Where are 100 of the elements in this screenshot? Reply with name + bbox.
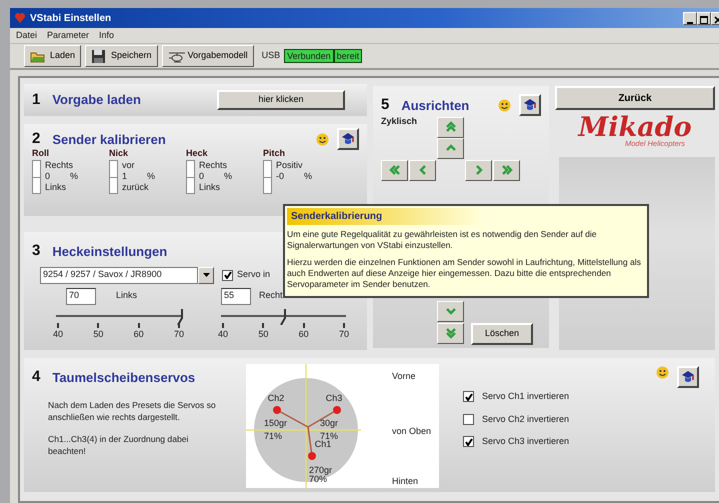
toolbar-button[interactable]: Vorgabemodell	[162, 45, 254, 67]
arrow-button[interactable]	[381, 160, 408, 180]
checkbox-label: Servo Ch2 invertieren	[482, 412, 570, 426]
direction-label: Hinten	[392, 476, 418, 486]
arrow-button[interactable]	[437, 322, 464, 344]
channel-value: 0	[199, 171, 204, 182]
channel-name: Pitch	[263, 146, 286, 160]
checkbox-label: Servo in	[237, 268, 270, 282]
checkbox[interactable]	[222, 270, 233, 280]
tooltip-text: Um eine gute Regelqualität zu gewährleisten ist es notwendig den Sender auf die Signalerwartungen von VStabi einzustellen.	[287, 229, 598, 251]
channel-bar	[186, 160, 195, 194]
tick-mark	[57, 322, 59, 328]
description-text: Nach dem Laden des Presets die Servos so anschließen wie rechts dargestellt.	[48, 398, 217, 422]
direction-label: Rechts	[199, 160, 228, 171]
status-indicator: Verbunden	[284, 49, 334, 63]
maximize-button[interactable]	[697, 12, 711, 24]
clear-button[interactable]: Löschen	[471, 322, 533, 344]
toolbar-button[interactable]: Laden	[24, 45, 82, 67]
servo-angle: 150gr	[264, 418, 288, 428]
graduation-cap-icon	[341, 132, 355, 146]
section-number: 3	[32, 241, 40, 261]
caret-icon	[202, 273, 210, 277]
help-button[interactable]	[677, 366, 699, 388]
arrow-button[interactable]	[437, 116, 464, 138]
servo-type-dropdown[interactable]: 9254 / 9257 / Savox / JR8900	[40, 266, 198, 284]
servo-label: Ch2	[268, 393, 284, 403]
section-title: Ausrichten	[401, 96, 470, 114]
slider-thumb[interactable]	[280, 308, 288, 324]
menu-item[interactable]: Info	[99, 28, 114, 42]
slider-thumb[interactable]	[177, 308, 185, 324]
dropdown-button[interactable]	[198, 266, 214, 284]
description-text: Ch1...Ch3(4) in der Zuordnung dabei beachten!	[48, 432, 190, 456]
checkbox[interactable]	[463, 391, 474, 402]
section-title: Heckeinstellungen	[52, 242, 168, 261]
tick-mark	[97, 322, 100, 328]
chevron-left-icon	[416, 164, 428, 176]
tick-label: 50	[93, 328, 104, 340]
tick-mark	[138, 322, 140, 328]
direction-label: Vorne	[392, 371, 416, 381]
window-title: VStabi Einstellen	[30, 12, 112, 26]
tick-mark	[342, 322, 345, 328]
servo-percent: 70%	[309, 474, 328, 484]
checkbox[interactable]	[463, 436, 474, 448]
channel-value: 0	[45, 171, 50, 182]
direction-label: Positiv	[276, 160, 304, 171]
tick-label: 70	[174, 328, 184, 340]
tick-label: 60	[134, 328, 144, 340]
section-title: Vorgabe laden	[52, 91, 141, 110]
value-field[interactable]: 55	[221, 288, 251, 304]
channel-bar	[263, 160, 272, 194]
maximize-icon	[700, 16, 708, 24]
checkmark-icon	[464, 392, 472, 401]
servo-percent: 71%	[264, 431, 282, 441]
tick-label: 40	[218, 328, 228, 340]
value-field[interactable]: 70	[66, 288, 96, 304]
arrow-button[interactable]	[409, 160, 436, 180]
help-button[interactable]	[337, 128, 359, 150]
direction-label: zurück	[122, 182, 150, 193]
load-preset-button[interactable]: hier klicken	[217, 90, 345, 110]
servo-angle: 30gr	[320, 418, 338, 428]
section-number: 5	[381, 95, 390, 115]
menu-item[interactable]: Datei	[16, 28, 38, 42]
usb-label: USB	[262, 49, 280, 62]
tick-label: 60	[298, 328, 309, 340]
section-number: 1	[32, 90, 40, 110]
minimize-button[interactable]	[683, 12, 697, 24]
channel-name: Roll	[32, 146, 50, 160]
section-title: Sender kalibrieren	[52, 130, 166, 148]
servo-angle: 270gr	[309, 465, 332, 475]
double-chevron-left-icon	[388, 164, 400, 176]
axis-label: Zyklisch	[381, 114, 418, 128]
help-button[interactable]	[519, 94, 541, 116]
checkbox[interactable]	[463, 414, 474, 425]
menu-item[interactable]: Parameter	[47, 28, 90, 42]
tick-label: 50	[258, 328, 268, 340]
section-number: 4	[32, 367, 40, 387]
channel-value: -0	[276, 171, 284, 182]
checkmark-icon	[464, 438, 472, 446]
unit-label: %	[224, 171, 232, 182]
tick-mark	[262, 322, 264, 328]
direction-label: Links	[199, 182, 222, 193]
arrow-button[interactable]	[437, 300, 464, 322]
arrow-button[interactable]	[493, 160, 520, 180]
section-title: Taumelscheibenservos	[52, 368, 196, 386]
smiley-icon	[656, 366, 669, 379]
tick-label: 70	[338, 328, 349, 340]
graduation-cap-icon	[523, 98, 537, 112]
tick-mark	[302, 322, 305, 328]
checkbox-label: Servo Ch3 invertieren	[482, 435, 570, 448]
back-button[interactable]: Zurück	[555, 86, 715, 110]
unit-label: %	[304, 171, 312, 182]
graduation-cap-icon	[681, 370, 695, 384]
channel-bar	[109, 160, 118, 194]
arrow-button[interactable]	[437, 138, 464, 158]
toolbar-button[interactable]: Speichern	[85, 45, 158, 67]
servo-label: Ch1	[314, 439, 332, 449]
direction-label: von Oben	[392, 426, 432, 436]
tick-mark	[178, 322, 180, 328]
tooltip-text: Hierzu werden die einzelnen Funktionen am Sender sowohl in Laufrichtung, Mittelstellung als auch Endwerten auf diese Anzeige hier eingemessen. Dazu bitte die entsprechenden Servoparameter im Sender benutzen.	[287, 257, 642, 290]
arrow-button[interactable]	[465, 160, 492, 180]
